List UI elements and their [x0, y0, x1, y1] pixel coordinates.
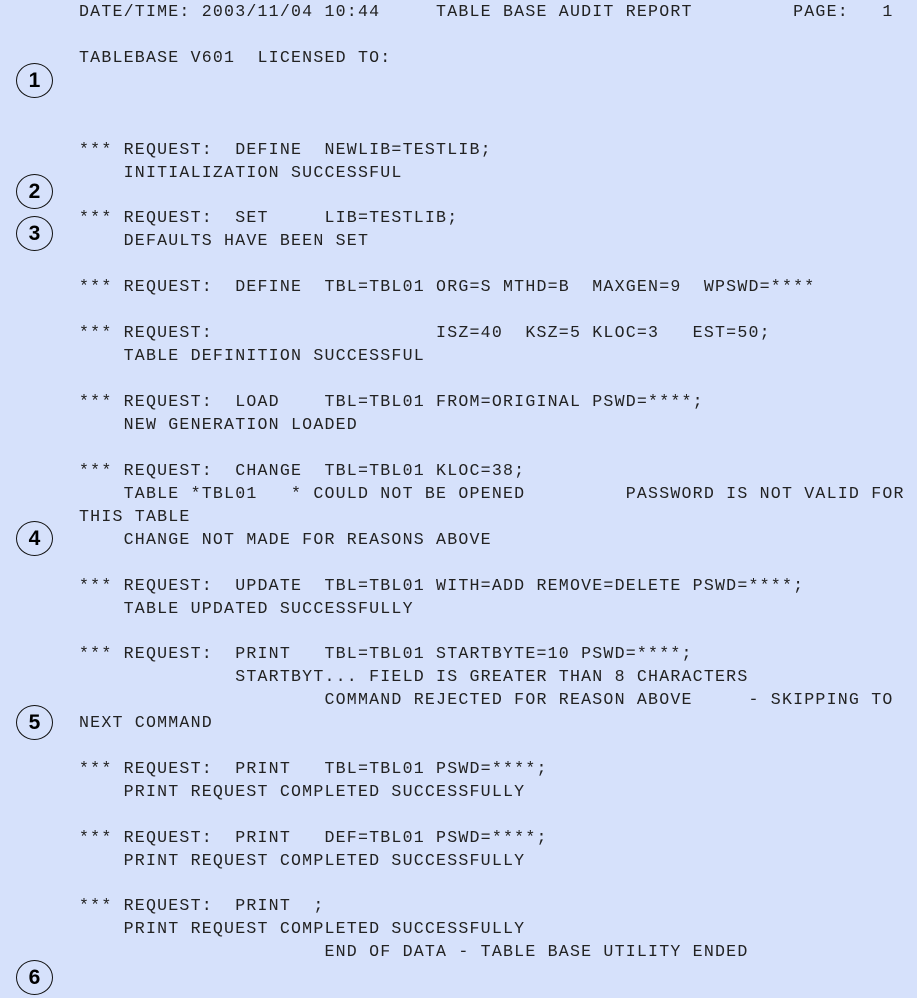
request-print-def: *** REQUEST: PRINT DEF=TBL01 PSWD=****;: [79, 828, 548, 847]
error-could-not-open: TABLE *TBL01 * COULD NOT BE OPENED PASSW…: [79, 484, 905, 503]
request-set-lib: *** REQUEST: SET LIB=TESTLIB;: [79, 208, 459, 227]
response-initialization: INITIALIZATION SUCCESSFUL: [79, 163, 403, 182]
response-change-not-made: CHANGE NOT MADE FOR REASONS ABOVE: [79, 530, 492, 549]
request-update: *** REQUEST: UPDATE TBL=TBL01 WITH=ADD R…: [79, 576, 805, 595]
request-change: *** REQUEST: CHANGE TBL=TBL01 KLOC=38;: [79, 461, 526, 480]
response-new-generation: NEW GENERATION LOADED: [79, 415, 358, 434]
error-field-too-long: STARTBYT... FIELD IS GREATER THAN 8 CHAR…: [79, 667, 749, 686]
error-could-not-open-cont: THIS TABLE: [79, 507, 191, 526]
response-print-completed: PRINT REQUEST COMPLETED SUCCESSFULLY: [79, 851, 526, 870]
end-of-data-line: END OF DATA - TABLE BASE UTILITY ENDED: [79, 942, 749, 961]
request-print-all: *** REQUEST: PRINT ;: [79, 896, 325, 915]
error-command-rejected: COMMAND REJECTED FOR REASON ABOVE - SKIP…: [79, 690, 894, 709]
request-load: *** REQUEST: LOAD TBL=TBL01 FROM=ORIGINA…: [79, 392, 704, 411]
error-command-rejected-cont: NEXT COMMAND: [79, 713, 213, 732]
callout-marker-1: 1: [16, 63, 53, 98]
report-header-line: DATE/TIME: 2003/11/04 10:44 TABLE BASE A…: [79, 2, 894, 21]
response-print-completed: PRINT REQUEST COMPLETED SUCCESSFULLY: [79, 782, 526, 801]
request-print-tbl: *** REQUEST: PRINT TBL=TBL01 PSWD=****;: [79, 759, 548, 778]
callout-marker-5: 5: [16, 705, 53, 740]
response-table-definition: TABLE DEFINITION SUCCESSFUL: [79, 346, 425, 365]
audit-report-page: DATE/TIME: 2003/11/04 10:44 TABLE BASE A…: [0, 0, 917, 998]
request-define-table-cont: *** REQUEST: ISZ=40 KSZ=5 KLOC=3 EST=50;: [79, 323, 771, 342]
callout-marker-6: 6: [16, 960, 53, 995]
license-line: TABLEBASE V601 LICENSED TO:: [79, 48, 392, 67]
response-print-completed: PRINT REQUEST COMPLETED SUCCESSFULLY: [79, 919, 526, 938]
response-defaults-set: DEFAULTS HAVE BEEN SET: [79, 231, 370, 250]
request-define-newlib: *** REQUEST: DEFINE NEWLIB=TESTLIB;: [79, 140, 492, 159]
callout-marker-3: 3: [16, 216, 53, 251]
callout-marker-4: 4: [16, 521, 53, 556]
request-define-table: *** REQUEST: DEFINE TBL=TBL01 ORG=S MTHD…: [79, 277, 816, 296]
response-table-updated: TABLE UPDATED SUCCESSFULLY: [79, 599, 414, 618]
callout-marker-2: 2: [16, 174, 53, 209]
request-print-startbyte: *** REQUEST: PRINT TBL=TBL01 STARTBYTE=1…: [79, 644, 693, 663]
